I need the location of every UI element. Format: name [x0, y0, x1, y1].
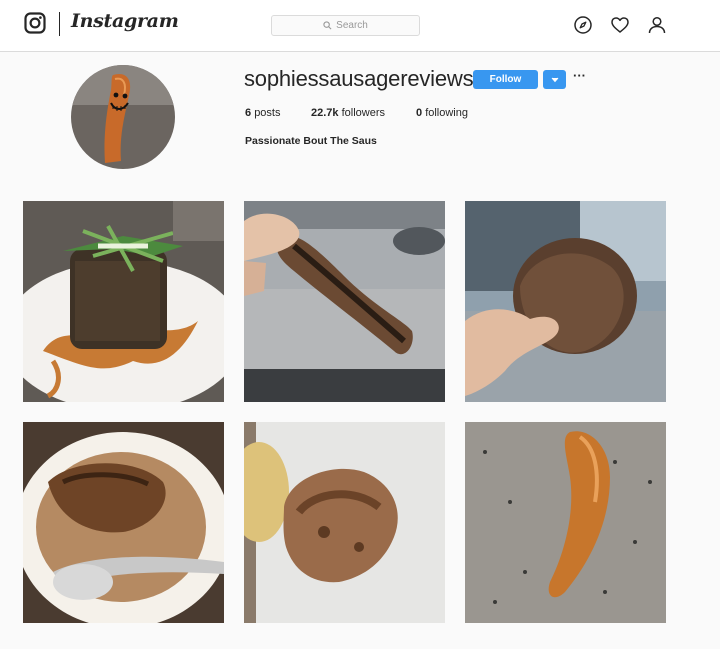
search-placeholder: Search [336, 20, 368, 31]
follow-button[interactable]: Follow [473, 70, 538, 89]
search-input[interactable]: Search [271, 15, 420, 36]
profile-bio: Passionate Bout The Saus [245, 135, 377, 147]
followers-count-value: 22.7k [311, 107, 339, 119]
profile-username: sophiessausagereviews [244, 66, 474, 91]
post-thumbnail[interactable] [23, 422, 224, 623]
post-thumbnail[interactable] [465, 422, 666, 623]
post-thumbnail[interactable] [23, 201, 224, 402]
profile-avatar[interactable] [71, 65, 175, 169]
following-count-label: following [425, 107, 468, 119]
post-thumbnail[interactable] [244, 201, 445, 402]
post-thumbnail[interactable] [465, 201, 666, 402]
followers-count-label: followers [341, 107, 385, 119]
top-nav: Instagram Search [0, 0, 720, 52]
followers-count[interactable]: 22.7k followers [311, 107, 385, 119]
posts-count: 6 posts [245, 107, 280, 119]
logo-divider [59, 12, 60, 36]
posts-count-value: 6 [245, 107, 252, 119]
heart-icon[interactable] [610, 15, 630, 35]
posts-count-label: posts [254, 107, 281, 119]
post-thumbnail[interactable] [244, 422, 445, 623]
person-icon[interactable] [647, 15, 667, 35]
more-options-button[interactable]: ··· [573, 68, 586, 83]
suggestions-dropdown-button[interactable] [543, 70, 566, 89]
compass-icon[interactable] [573, 15, 593, 35]
following-count-value: 0 [416, 107, 423, 119]
search-icon [323, 21, 332, 30]
instagram-wordmark[interactable]: Instagram [71, 10, 179, 32]
instagram-glyph-icon[interactable] [24, 12, 46, 34]
chevron-down-icon [551, 77, 558, 82]
following-count[interactable]: 0 following [416, 107, 468, 119]
